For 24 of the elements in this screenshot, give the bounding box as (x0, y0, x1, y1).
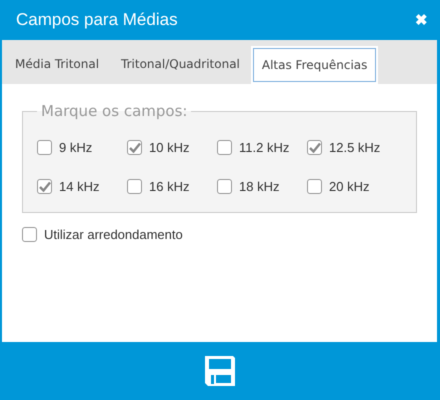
checkbox[interactable] (307, 140, 322, 155)
tab[interactable]: Altas Frequências (252, 48, 376, 82)
checkbox-label: 9 kHz (59, 140, 92, 155)
tab[interactable]: Tritonal/Quadritonal (112, 48, 249, 80)
checkbox[interactable] (217, 179, 232, 194)
fieldset-legend: Marque os campos: (37, 102, 192, 120)
checkbox[interactable] (22, 227, 37, 242)
checkbox[interactable] (37, 179, 52, 194)
checkbox-label: 20 kHz (329, 179, 370, 194)
checkbox-label: 16 kHz (149, 179, 190, 194)
checkbox[interactable] (307, 179, 322, 194)
checkbox[interactable] (37, 140, 52, 155)
checkbox-label: 12.5 kHz (329, 140, 380, 155)
checkbox-label: 14 kHz (59, 179, 100, 194)
checkbox[interactable] (127, 140, 142, 155)
window-title: Campos para Médias (16, 10, 178, 30)
checkbox-label: 11.2 kHz (239, 140, 290, 155)
checkbox[interactable] (127, 179, 142, 194)
checkbox-label: Utilizar arredondamento (44, 227, 183, 242)
save-button[interactable] (203, 354, 237, 388)
checkbox[interactable] (217, 140, 232, 155)
checkbox-label: 18 kHz (239, 179, 280, 194)
tab[interactable]: Média Tritonal (6, 48, 108, 80)
checkbox-label: 10 kHz (149, 140, 190, 155)
